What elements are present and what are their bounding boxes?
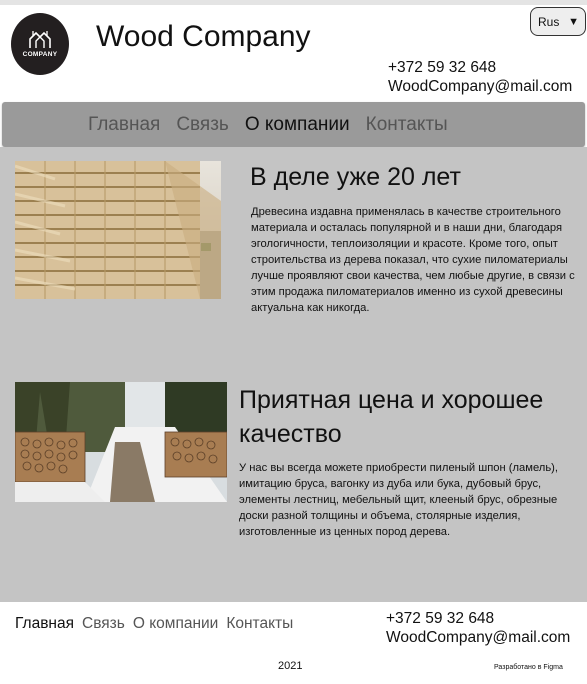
section-text-experience: Древесина издавна применялась в качестве…	[251, 206, 575, 314]
nav-item-connection[interactable]: Связь	[176, 114, 229, 136]
house-icon	[29, 31, 51, 48]
header-contacts: +372 59 32 648 WoodCompany@mail.com	[388, 58, 572, 96]
footer-email[interactable]: WoodCompany@mail.com	[386, 628, 570, 647]
forest-log-piles-photo	[15, 382, 227, 502]
company-logo[interactable]: COMPANY	[11, 13, 69, 75]
header-email[interactable]: WoodCompany@mail.com	[388, 77, 572, 96]
footer-phone[interactable]: +372 59 32 648	[386, 609, 570, 628]
footer-nav: Главная Связь О компании Контакты	[15, 615, 293, 633]
nav-item-contacts[interactable]: Контакты	[366, 114, 448, 136]
footer-nav-item-about[interactable]: О компании	[133, 615, 219, 633]
section-text-quality: У нас вы всегда можете приобрести пилены…	[239, 462, 558, 538]
section-heading-quality: Приятная цена и хорошее качество	[239, 386, 544, 448]
site-title: Wood Company	[96, 20, 311, 53]
copyright-year: 2021	[278, 660, 303, 672]
nav-item-home[interactable]: Главная	[88, 114, 160, 136]
made-with-figma: Разработано в Figma	[494, 664, 563, 671]
stacked-lumber-photo	[15, 161, 221, 299]
footer-nav-item-contacts[interactable]: Контакты	[226, 615, 293, 633]
header-phone[interactable]: +372 59 32 648	[388, 58, 572, 77]
main-content: В деле уже 20 лет Древесина издавна прим…	[0, 147, 587, 602]
language-value: Rus	[538, 14, 560, 29]
footer-contacts: +372 59 32 648 WoodCompany@mail.com	[386, 609, 570, 647]
footer-nav-item-home[interactable]: Главная	[15, 615, 74, 633]
chevron-down-icon: ▼	[568, 15, 579, 28]
language-select[interactable]: Rus ▼	[530, 7, 586, 36]
logo-text: COMPANY	[22, 51, 58, 58]
nav-item-about[interactable]: О компании	[245, 114, 350, 136]
main-nav: Главная Связь О компании Контакты	[2, 102, 585, 147]
site-footer: Главная Связь О компании Контакты +372 5…	[0, 602, 587, 684]
site-header: COMPANY Wood Company Rus ▼ +372 59 32 64…	[0, 5, 587, 102]
section-heading-experience: В деле уже 20 лет	[250, 163, 461, 191]
footer-nav-item-connection[interactable]: Связь	[82, 615, 125, 633]
